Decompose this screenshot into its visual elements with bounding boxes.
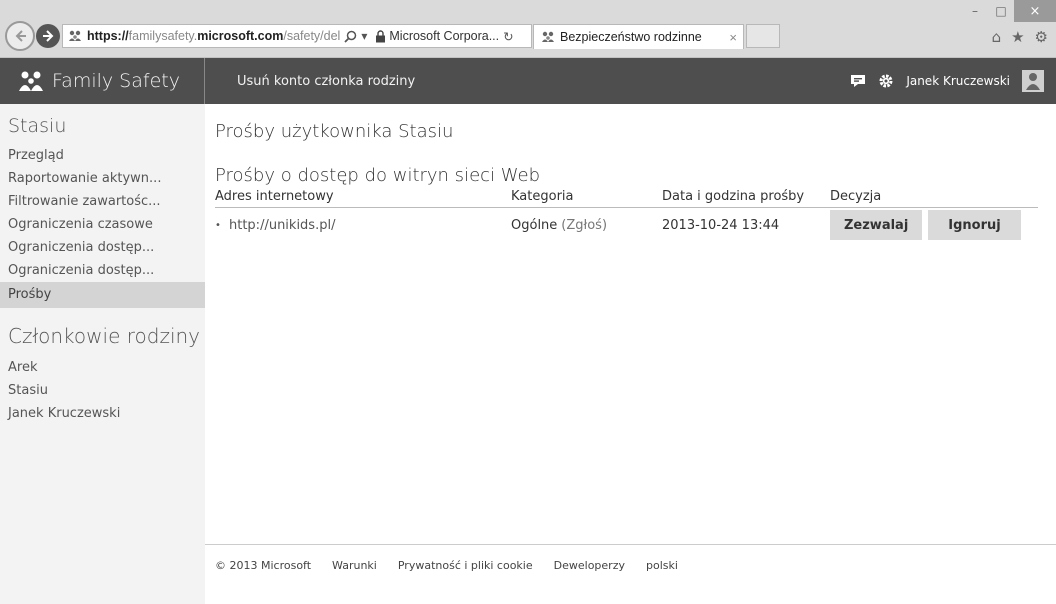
ignore-button[interactable]: Ignoruj: [928, 210, 1021, 240]
app-header: Family Safety Usuń konto członka rodziny…: [0, 58, 1056, 104]
category-cell: Ogólne (Zgłoś): [511, 218, 662, 233]
brand-name: Family Safety: [52, 70, 180, 92]
maximize-icon[interactable]: □: [988, 0, 1014, 22]
url-subdomain: familysafety.: [128, 29, 198, 43]
sidebar-member-arek[interactable]: Arek: [0, 356, 205, 379]
footer-link-developers[interactable]: Deweloperzy: [554, 559, 625, 572]
certificate-label: Microsoft Corpora...: [389, 29, 500, 43]
sidebar-member-title: Stasiu: [8, 115, 67, 137]
window-controls: – □ ×: [962, 0, 1056, 22]
url-path: /safety/del: [283, 29, 341, 43]
search-icon[interactable]: [344, 30, 357, 43]
allow-button[interactable]: Zezwalaj: [830, 210, 923, 240]
tab-close-icon[interactable]: ×: [729, 30, 737, 45]
lock-icon: [376, 29, 386, 42]
avatar[interactable]: [1022, 70, 1044, 92]
home-icon[interactable]: ⌂: [992, 28, 1002, 46]
back-button[interactable]: [5, 21, 35, 51]
footer: © 2013 Microsoft Warunki Prywatność i pl…: [205, 544, 1056, 572]
family-favicon-icon: [67, 28, 83, 44]
gear-icon[interactable]: ⚙: [1035, 28, 1048, 46]
user-name[interactable]: Janek Kruczewski: [906, 74, 1010, 88]
sidebar-members-title: Członkowie rodziny: [8, 324, 201, 348]
brand[interactable]: Family Safety: [0, 58, 205, 104]
footer-link-language[interactable]: polski: [646, 559, 678, 572]
sidebar-item-ograniczenia-dostepu-2[interactable]: Ograniczenia dostęp...: [0, 259, 205, 282]
bullet-icon: •: [215, 219, 221, 231]
remove-member-link[interactable]: Usuń konto członka rodziny: [237, 74, 415, 89]
column-header-url: Adres internetowy: [215, 189, 334, 204]
dropdown-arrow-icon[interactable]: ▾: [361, 29, 367, 43]
arrow-left-icon: [15, 30, 26, 42]
footer-link-privacy[interactable]: Prywatność i pliki cookie: [398, 559, 533, 572]
sidebar-member-janek[interactable]: Janek Kruczewski: [0, 402, 205, 425]
settings-gear-icon[interactable]: [878, 73, 894, 89]
tab-bezpieczenstwo[interactable]: Bezpieczeństwo rodzinne ×: [533, 24, 744, 49]
url-scheme: https://: [87, 29, 129, 43]
sidebar-item-ograniczenia-dostepu-1[interactable]: Ograniczenia dostęp...: [0, 236, 205, 259]
decision-cell: Zezwalaj Ignoruj: [830, 210, 1038, 240]
column-header-datetime: Data i godzina prośby: [662, 189, 805, 204]
new-tab-button[interactable]: [746, 24, 780, 48]
address-bar[interactable]: https://familysafety. microsoft.com/safet…: [62, 24, 532, 48]
family-favicon-icon: [540, 29, 556, 45]
request-datetime: 2013-10-24 13:44: [662, 217, 780, 233]
browser-chrome: – □ × https://familysafety. microsoft.com…: [0, 0, 1056, 58]
main-content: Prośby użytkownika Stasiu Prośby o dostę…: [215, 104, 1045, 242]
copyright: © 2013 Microsoft: [215, 559, 312, 572]
sidebar-item-filtrowanie[interactable]: Filtrowanie zawartośc...: [0, 190, 205, 213]
tab-title: Bezpieczeństwo rodzinne: [560, 30, 702, 44]
column-header-decision: Decyzja: [830, 189, 882, 204]
request-url[interactable]: http://unikids.pl/: [229, 218, 335, 233]
minimize-icon[interactable]: –: [962, 0, 988, 22]
sidebar-member-stasiu[interactable]: Stasiu: [0, 379, 205, 402]
sidebar-item-ograniczenia-czasowe[interactable]: Ograniczenia czasowe: [0, 213, 205, 236]
url-domain: microsoft.com: [197, 29, 284, 43]
sidebar-item-przeglad[interactable]: Przegląd: [0, 144, 205, 167]
section-title: Prośby o dostęp do witryn sieci Web: [215, 165, 541, 186]
page-title: Prośby użytkownika Stasiu: [215, 121, 454, 142]
certificate-indicator[interactable]: Microsoft Corpora...: [375, 29, 499, 43]
feedback-icon[interactable]: [850, 74, 866, 88]
sidebar-item-prosby[interactable]: Prośby: [0, 282, 205, 308]
forward-button[interactable]: [36, 24, 60, 48]
url-cell: • http://unikids.pl/: [215, 218, 511, 233]
arrow-right-icon: [43, 30, 54, 42]
table-row: • http://unikids.pl/ Ogólne (Zgłoś) 2013-…: [215, 208, 1038, 242]
refresh-icon[interactable]: ↻: [503, 29, 513, 44]
sidebar: Stasiu Przegląd Raportowanie aktywn... F…: [0, 104, 205, 604]
favorites-star-icon[interactable]: ★: [1011, 28, 1024, 46]
table-header: Adres internetowy Kategoria Data i godzi…: [215, 189, 1038, 208]
sidebar-item-raportowanie[interactable]: Raportowanie aktywn...: [0, 167, 205, 190]
report-category-link[interactable]: (Zgłoś): [561, 218, 607, 233]
window-close-icon[interactable]: ×: [1014, 0, 1056, 22]
user-avatar-icon: [1026, 73, 1040, 90]
category-value: Ogólne: [511, 217, 558, 233]
footer-link-terms[interactable]: Warunki: [332, 559, 377, 572]
family-logo-icon: [19, 71, 43, 91]
browser-tools: ⌂ ★ ⚙: [992, 28, 1048, 46]
column-header-category: Kategoria: [511, 189, 574, 204]
header-actions: Janek Kruczewski: [850, 70, 1056, 92]
